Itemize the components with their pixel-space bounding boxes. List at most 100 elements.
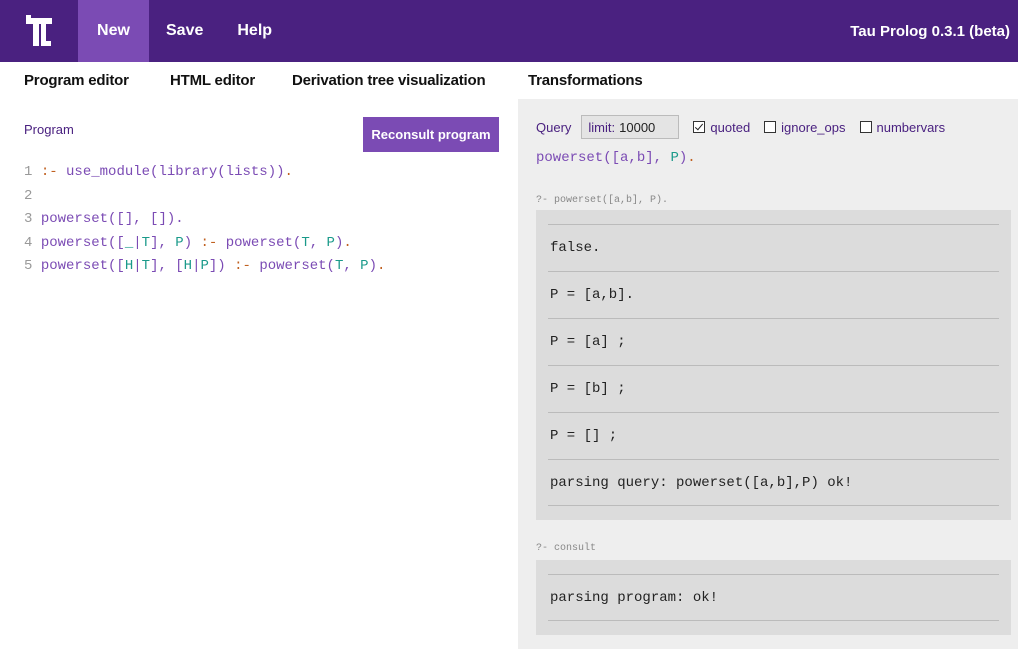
code-token: ): [183, 234, 201, 251]
quoted-checkbox-label: quoted: [710, 119, 751, 135]
code-token: lists: [225, 164, 268, 180]
tab-derivation-tree-label: Derivation tree visualization: [292, 72, 486, 89]
numbervars-checkbox[interactable]: numbervars: [859, 119, 946, 135]
tab-program-editor-label: Program editor: [24, 72, 129, 89]
code-token: ], [: [150, 258, 184, 274]
code-token: powerset: [40, 258, 109, 274]
code-token: .: [343, 234, 352, 251]
code-token: powerset: [536, 150, 604, 166]
code-token: :-: [200, 234, 218, 251]
tau-logo-svg: [26, 15, 52, 46]
line-number: 1: [24, 164, 33, 180]
session-results: false. P = [a,b]. P = [a] ; P = [b] ; P = []…: [536, 210, 1011, 520]
menu-help-label: Help: [237, 22, 273, 39]
code-token: (: [217, 164, 226, 180]
result-line: P = [a,b].: [548, 271, 999, 318]
code-token: .: [376, 258, 386, 274]
program-panel: Program Reconsult program 1 :- use_modul…: [0, 99, 518, 649]
session-title: ?- consult: [536, 543, 597, 554]
quoted-checkbox-box[interactable]: [693, 121, 706, 133]
code-token: H: [183, 258, 193, 274]
code-token: .: [284, 164, 293, 180]
code-token: ,: [309, 234, 327, 251]
code-token: P: [670, 150, 679, 166]
code-line: 2: [24, 185, 385, 209]
tab-transformations-label: Transformations: [528, 72, 643, 89]
tab-program-editor[interactable]: Program editor: [0, 62, 152, 99]
code-line: 3 powerset([], []).: [24, 208, 385, 232]
program-code-editor[interactable]: 1 :- use_module(library(lists)). 2 3 powe…: [24, 161, 385, 279]
result-line: parsing program: ok!: [548, 574, 999, 621]
code-token: H: [124, 258, 134, 274]
code-token: powerset(: [250, 258, 335, 274]
code-token: ([: [108, 234, 125, 251]
ignore-ops-checkbox-label: ignore_ops: [781, 119, 846, 135]
code-token: .: [687, 150, 696, 166]
program-label: Program: [24, 122, 74, 137]
code-token: P: [200, 258, 209, 274]
code-token: :-: [234, 258, 251, 274]
ignore-ops-checkbox-box[interactable]: [764, 121, 777, 133]
menu-save-button[interactable]: Save: [149, 0, 220, 62]
ignore-ops-checkbox[interactable]: ignore_ops: [764, 119, 846, 135]
code-line: 4 powerset([_|T], P) :- powerset(T, P).: [24, 232, 385, 256]
query-options-row: Query limit: 10000 quoted ignore_ops num…: [536, 115, 945, 139]
code-token: ]): [208, 258, 235, 274]
code-token: powerset(: [217, 234, 302, 251]
code-token: :-: [40, 164, 58, 180]
tab-derivation-tree[interactable]: Derivation tree visualization: [272, 62, 518, 99]
line-number: 3: [24, 211, 33, 227]
line-number: 5: [24, 258, 33, 274]
code-token: powerset: [40, 211, 109, 227]
result-line: P = [] ;: [548, 412, 999, 459]
code-token: T: [141, 234, 151, 251]
code-token: P: [175, 234, 184, 251]
code-token: T: [141, 258, 151, 274]
session-title: ?- powerset([a,b], P).: [536, 195, 669, 206]
tab-html-editor-label: HTML editor: [170, 72, 256, 89]
session-results: parsing program: ok!: [536, 560, 1011, 635]
code-token: |: [133, 258, 142, 274]
code-token: ([: [108, 258, 125, 274]
code-token: powerset: [40, 234, 109, 251]
tab-html-editor[interactable]: HTML editor: [152, 62, 272, 99]
limit-value: 10000: [619, 119, 656, 135]
top-bar: New Save Help Tau Prolog 0.3.1 (beta): [0, 0, 1018, 62]
code-token: library: [158, 164, 218, 180]
code-line: 5 powerset([H|T], [H|P]) :- powerset(T, …: [24, 255, 385, 279]
code-token: P: [326, 234, 335, 251]
result-line: P = [b] ;: [548, 365, 999, 412]
line-number: 2: [24, 187, 33, 204]
editor-tabs: Program editor HTML editor Derivation tr…: [0, 62, 1018, 99]
menu-new-button[interactable]: New: [78, 0, 149, 62]
line-number: 4: [24, 234, 33, 251]
numbervars-checkbox-label: numbervars: [876, 119, 946, 135]
code-token: ],: [150, 234, 176, 251]
code-token: )): [267, 164, 285, 180]
reconsult-program-button[interactable]: Reconsult program: [363, 117, 499, 152]
code-token: ): [368, 258, 377, 274]
limit-input[interactable]: limit: 10000: [581, 115, 680, 139]
menu-help-button[interactable]: Help: [220, 0, 289, 62]
limit-label: limit:: [588, 119, 616, 135]
quoted-checkbox[interactable]: quoted: [693, 120, 750, 135]
result-line: P = [a] ;: [548, 318, 999, 365]
query-label: Query: [536, 119, 572, 135]
query-input[interactable]: powerset([a,b], P).: [536, 150, 696, 166]
code-token: ): [678, 150, 688, 166]
numbervars-checkbox-box[interactable]: [859, 121, 872, 133]
menu-save-label: Save: [166, 22, 204, 39]
code-token: |: [133, 234, 142, 251]
app-brand: Tau Prolog 0.3.1 (beta): [850, 22, 1010, 40]
result-line: false.: [548, 224, 999, 271]
menu-new-label: New: [97, 22, 130, 39]
code-token: ([a,b],: [603, 150, 671, 166]
code-token: ([], []).: [108, 211, 184, 227]
tau-logo-icon[interactable]: [0, 0, 78, 62]
code-token: _: [124, 234, 134, 251]
code-line: 1 :- use_module(library(lists)).: [24, 161, 385, 185]
code-token: ,: [343, 258, 361, 274]
tab-transformations[interactable]: Transformations: [518, 62, 643, 99]
code-token: P: [360, 258, 369, 274]
